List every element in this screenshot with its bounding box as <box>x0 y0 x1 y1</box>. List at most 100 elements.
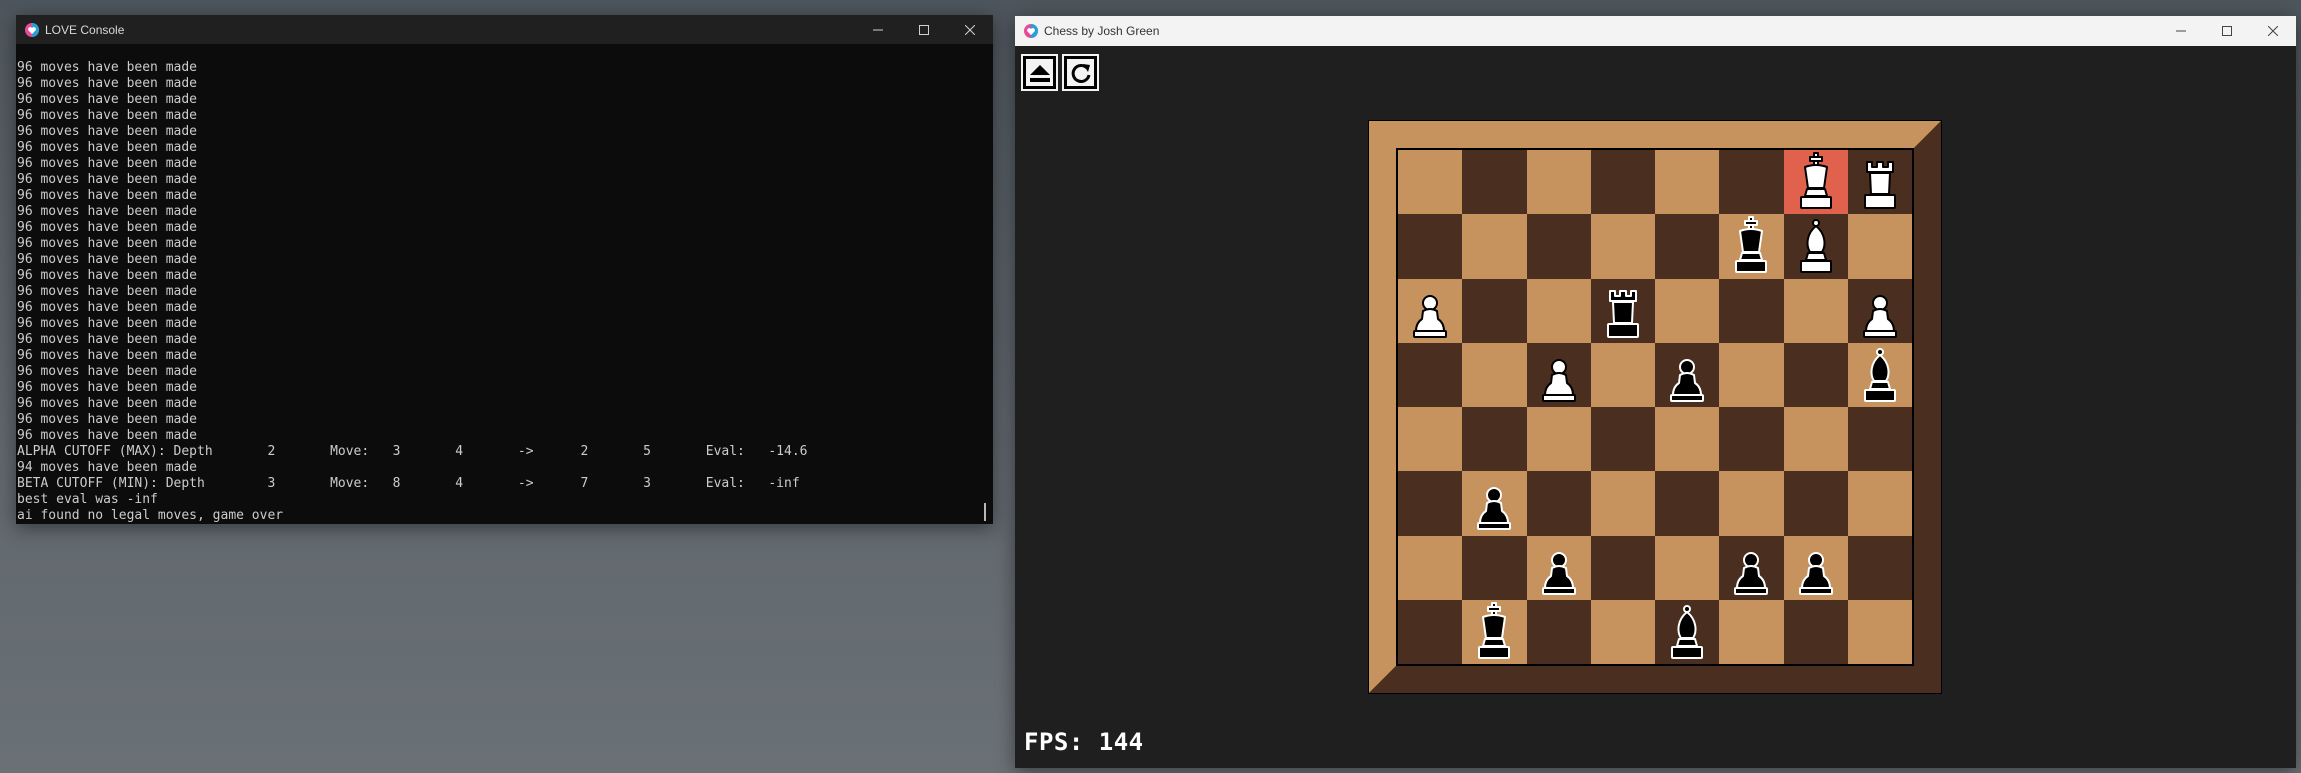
square-f3[interactable] <box>1719 471 1784 536</box>
square-b1[interactable] <box>1462 599 1527 664</box>
square-b4[interactable] <box>1462 407 1527 472</box>
console-scrollbar[interactable] <box>984 503 986 521</box>
white-bishop-icon[interactable] <box>1794 216 1838 276</box>
square-a4[interactable] <box>1398 407 1463 472</box>
square-d1[interactable] <box>1590 599 1655 664</box>
white-pawn-icon[interactable] <box>1408 281 1452 341</box>
square-g6[interactable] <box>1783 278 1848 343</box>
minimize-icon[interactable] <box>2158 16 2204 45</box>
square-g4[interactable] <box>1783 407 1848 472</box>
square-c3[interactable] <box>1526 471 1591 536</box>
square-d4[interactable] <box>1590 407 1655 472</box>
black-pawn-icon[interactable] <box>1665 345 1709 405</box>
black-rook-icon[interactable] <box>1601 281 1645 341</box>
square-e3[interactable] <box>1655 471 1720 536</box>
console-line: 96 moves have been made <box>17 300 198 315</box>
square-h6[interactable] <box>1847 278 1912 343</box>
square-a2[interactable] <box>1398 535 1463 600</box>
square-g7[interactable] <box>1783 214 1848 279</box>
minimize-icon[interactable] <box>855 15 901 44</box>
square-c1[interactable] <box>1526 599 1591 664</box>
square-g8[interactable] <box>1783 150 1848 215</box>
square-b2[interactable] <box>1462 535 1527 600</box>
square-f4[interactable] <box>1719 407 1784 472</box>
white-king-icon[interactable] <box>1794 152 1838 212</box>
square-e6[interactable] <box>1655 278 1720 343</box>
square-a5[interactable] <box>1398 342 1463 407</box>
square-h4[interactable] <box>1847 407 1912 472</box>
square-b5[interactable] <box>1462 342 1527 407</box>
square-d7[interactable] <box>1590 214 1655 279</box>
console-line: 96 moves have been made <box>17 140 198 155</box>
square-e8[interactable] <box>1655 150 1720 215</box>
square-b7[interactable] <box>1462 214 1527 279</box>
black-king-icon[interactable] <box>1472 601 1516 662</box>
console-line: 96 moves have been made <box>17 60 198 75</box>
maximize-icon[interactable] <box>901 15 947 44</box>
white-rook-icon[interactable] <box>1858 152 1902 212</box>
square-h5[interactable] <box>1847 342 1912 407</box>
square-a8[interactable] <box>1398 150 1463 215</box>
square-g5[interactable] <box>1783 342 1848 407</box>
square-b3[interactable] <box>1462 471 1527 536</box>
black-pawn-icon[interactable] <box>1794 538 1838 598</box>
square-e4[interactable] <box>1655 407 1720 472</box>
square-a1[interactable] <box>1398 599 1463 664</box>
white-pawn-icon[interactable] <box>1858 281 1902 341</box>
square-g1[interactable] <box>1783 599 1848 664</box>
maximize-icon[interactable] <box>2204 16 2250 45</box>
square-b6[interactable] <box>1462 278 1527 343</box>
square-e2[interactable] <box>1655 535 1720 600</box>
square-d2[interactable] <box>1590 535 1655 600</box>
black-king-icon[interactable] <box>1729 216 1773 276</box>
eject-button[interactable] <box>1021 54 1058 91</box>
square-f6[interactable] <box>1719 278 1784 343</box>
square-f2[interactable] <box>1719 535 1784 600</box>
square-f8[interactable] <box>1719 150 1784 215</box>
square-f5[interactable] <box>1719 342 1784 407</box>
black-pawn-icon[interactable] <box>1729 538 1773 598</box>
console-line: 96 moves have been made <box>17 284 198 299</box>
square-c7[interactable] <box>1526 214 1591 279</box>
close-icon[interactable] <box>947 15 993 44</box>
square-e5[interactable] <box>1655 342 1720 407</box>
white-pawn-icon[interactable] <box>1537 345 1581 405</box>
square-h1[interactable] <box>1847 599 1912 664</box>
reset-button[interactable] <box>1062 54 1099 91</box>
square-b8[interactable] <box>1462 150 1527 215</box>
chess-titlebar[interactable]: Chess by Josh Green <box>1015 16 2296 46</box>
square-c5[interactable] <box>1526 342 1591 407</box>
black-pawn-icon[interactable] <box>1537 538 1581 598</box>
square-d5[interactable] <box>1590 342 1655 407</box>
square-h3[interactable] <box>1847 471 1912 536</box>
square-c4[interactable] <box>1526 407 1591 472</box>
black-bishop-icon[interactable] <box>1858 345 1902 405</box>
square-d8[interactable] <box>1590 150 1655 215</box>
square-f1[interactable] <box>1719 599 1784 664</box>
console-line: 96 moves have been made <box>17 348 198 363</box>
close-icon[interactable] <box>2250 16 2296 45</box>
square-c8[interactable] <box>1526 150 1591 215</box>
square-d3[interactable] <box>1590 471 1655 536</box>
square-h7[interactable] <box>1847 214 1912 279</box>
black-bishop-icon[interactable] <box>1665 602 1709 662</box>
square-e1[interactable] <box>1655 599 1720 664</box>
black-pawn-icon[interactable] <box>1472 473 1516 533</box>
square-c6[interactable] <box>1526 278 1591 343</box>
square-g3[interactable] <box>1783 471 1848 536</box>
square-h2[interactable] <box>1847 535 1912 600</box>
console-line: 96 moves have been made <box>17 124 198 139</box>
chess-board[interactable] <box>1396 148 1914 666</box>
love-app-icon <box>25 22 39 37</box>
square-a6[interactable] <box>1398 278 1463 343</box>
square-h8[interactable] <box>1847 150 1912 215</box>
console-titlebar[interactable]: LOVE Console <box>16 15 993 44</box>
square-e7[interactable] <box>1655 214 1720 279</box>
square-a3[interactable] <box>1398 471 1463 536</box>
square-d6[interactable] <box>1590 278 1655 343</box>
console-line: 96 moves have been made <box>17 92 198 107</box>
square-g2[interactable] <box>1783 535 1848 600</box>
square-c2[interactable] <box>1526 535 1591 600</box>
square-a7[interactable] <box>1398 214 1463 279</box>
square-f7[interactable] <box>1719 214 1784 279</box>
